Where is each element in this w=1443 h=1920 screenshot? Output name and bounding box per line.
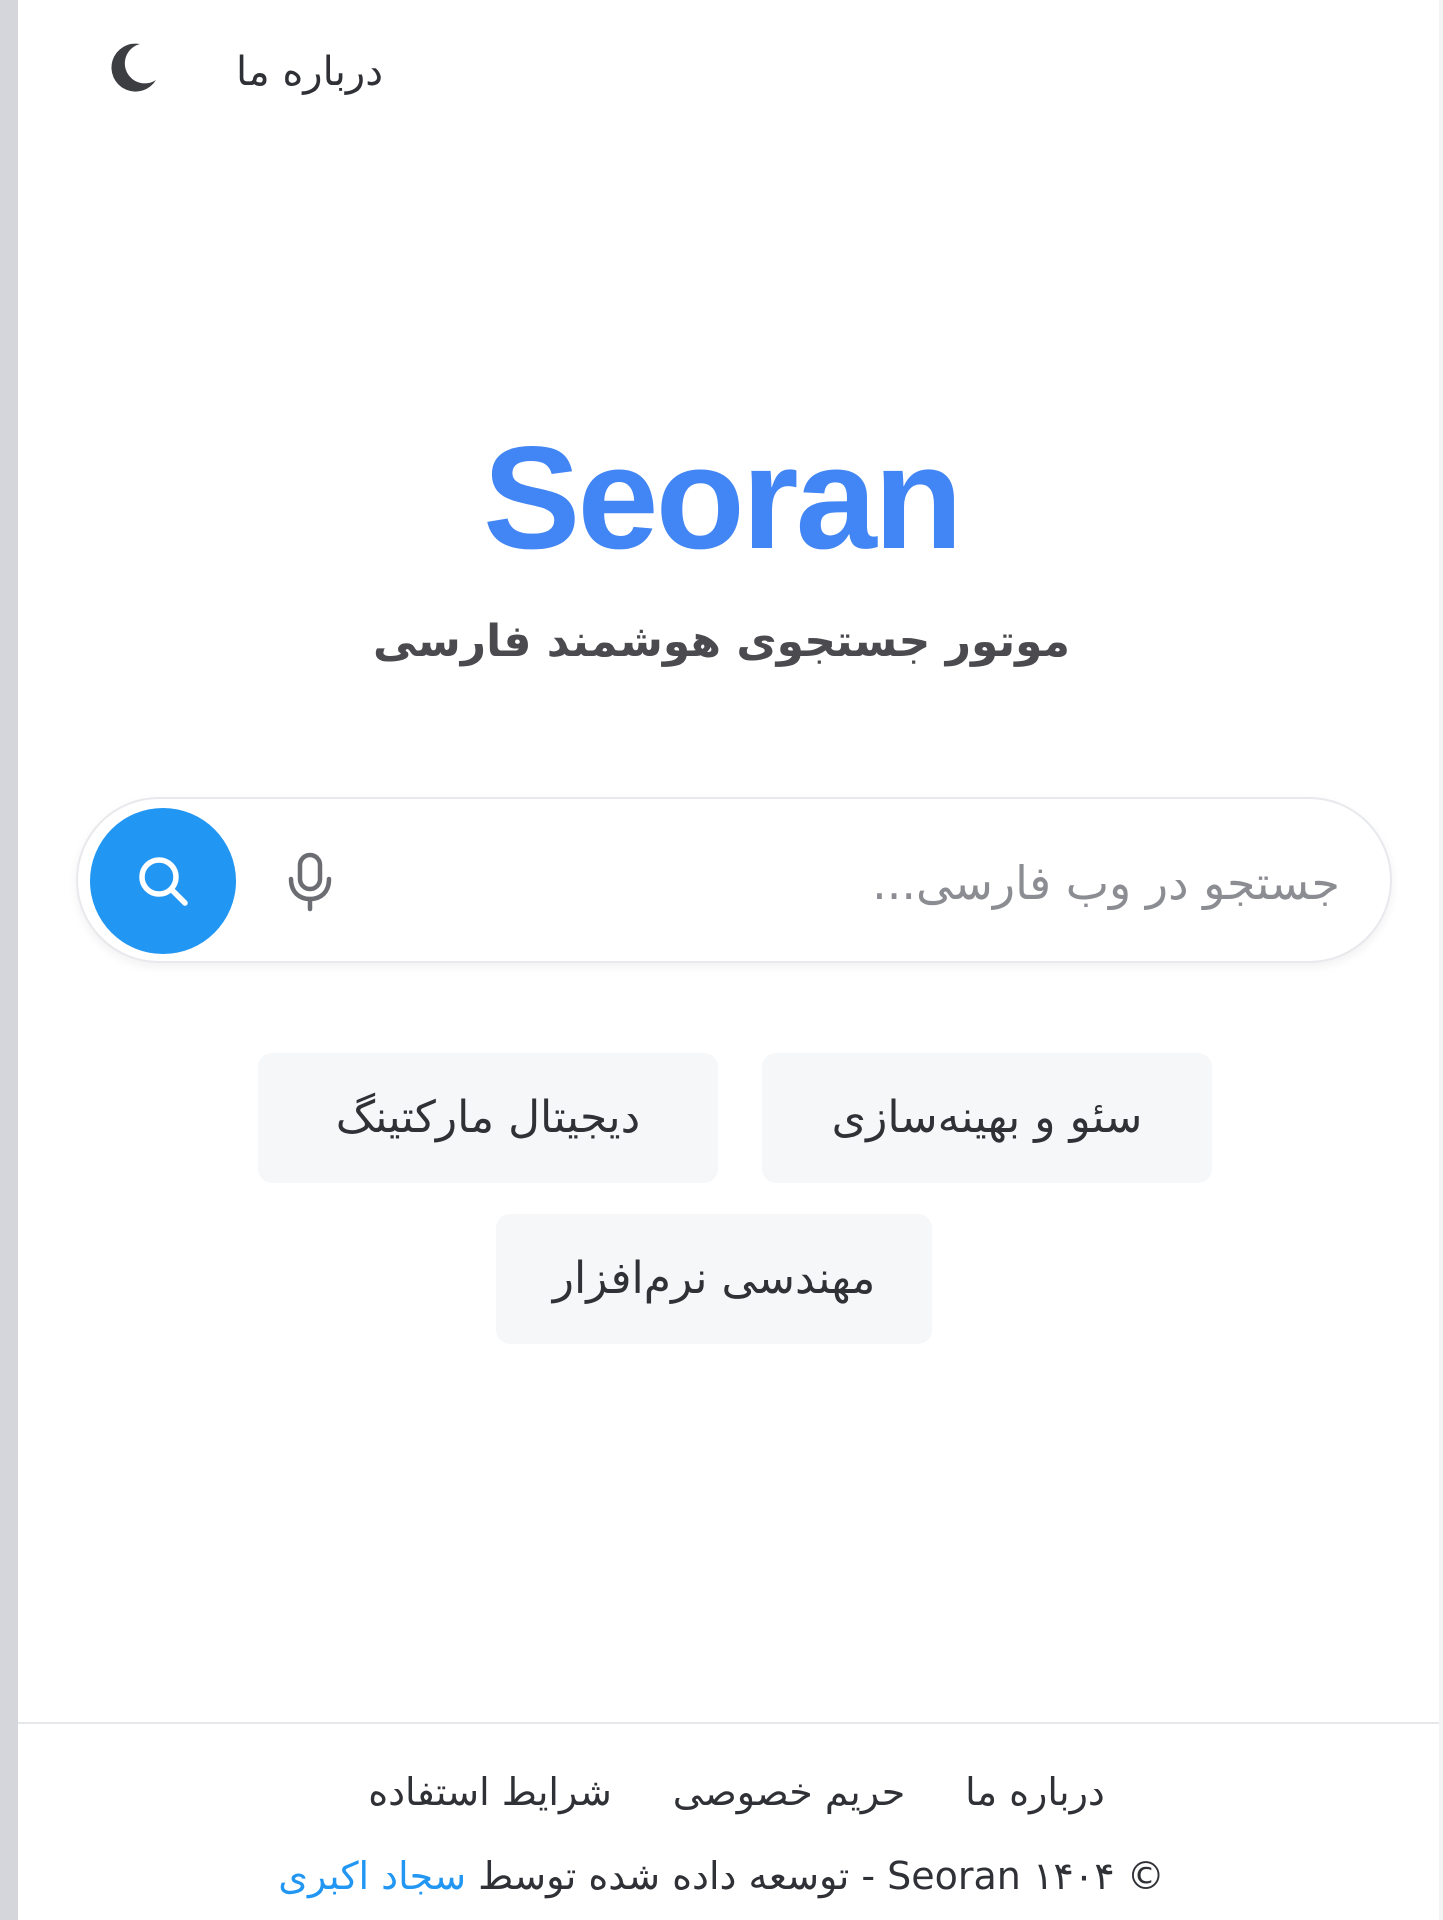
footer-divider: [18, 1722, 1439, 1724]
right-edge-strip: [1439, 0, 1443, 1920]
footer-link-terms[interactable]: شرایط استفاده: [362, 1762, 618, 1822]
search-bar: [76, 797, 1392, 963]
microphone-icon[interactable]: [282, 852, 338, 912]
footer-link-privacy[interactable]: حریم خصوصی: [664, 1762, 914, 1822]
copyright-text: © ۱۴۰۴ Seoran - توسعه داده شده توسط: [478, 1854, 1165, 1898]
search-icon: [139, 857, 188, 906]
brand-tagline: موتور جستجوی هوشمند فارسی: [373, 616, 1070, 667]
author-link[interactable]: سجاد اکبری: [278, 1854, 466, 1898]
brand-logo: Seoran: [483, 416, 963, 579]
header-about-link[interactable]: درباره ما: [236, 42, 416, 102]
moon-icon[interactable]: [102, 38, 162, 98]
suggestion-chip-software-engineering[interactable]: مهندسی نرم‌افزار: [496, 1214, 932, 1344]
left-edge-strip: [0, 0, 18, 1920]
search-input[interactable]: [438, 839, 1342, 927]
footer-copyright: © ۱۴۰۴ Seoran - توسعه داده شده توسط سجاد…: [0, 1846, 1443, 1906]
suggestion-chip-seo[interactable]: سئو و بهینه‌سازی: [762, 1053, 1212, 1183]
search-button[interactable]: [90, 808, 236, 954]
footer-link-about[interactable]: درباره ما: [960, 1762, 1110, 1822]
suggestion-chip-digital-marketing[interactable]: دیجیتال مارکتینگ: [258, 1053, 718, 1183]
